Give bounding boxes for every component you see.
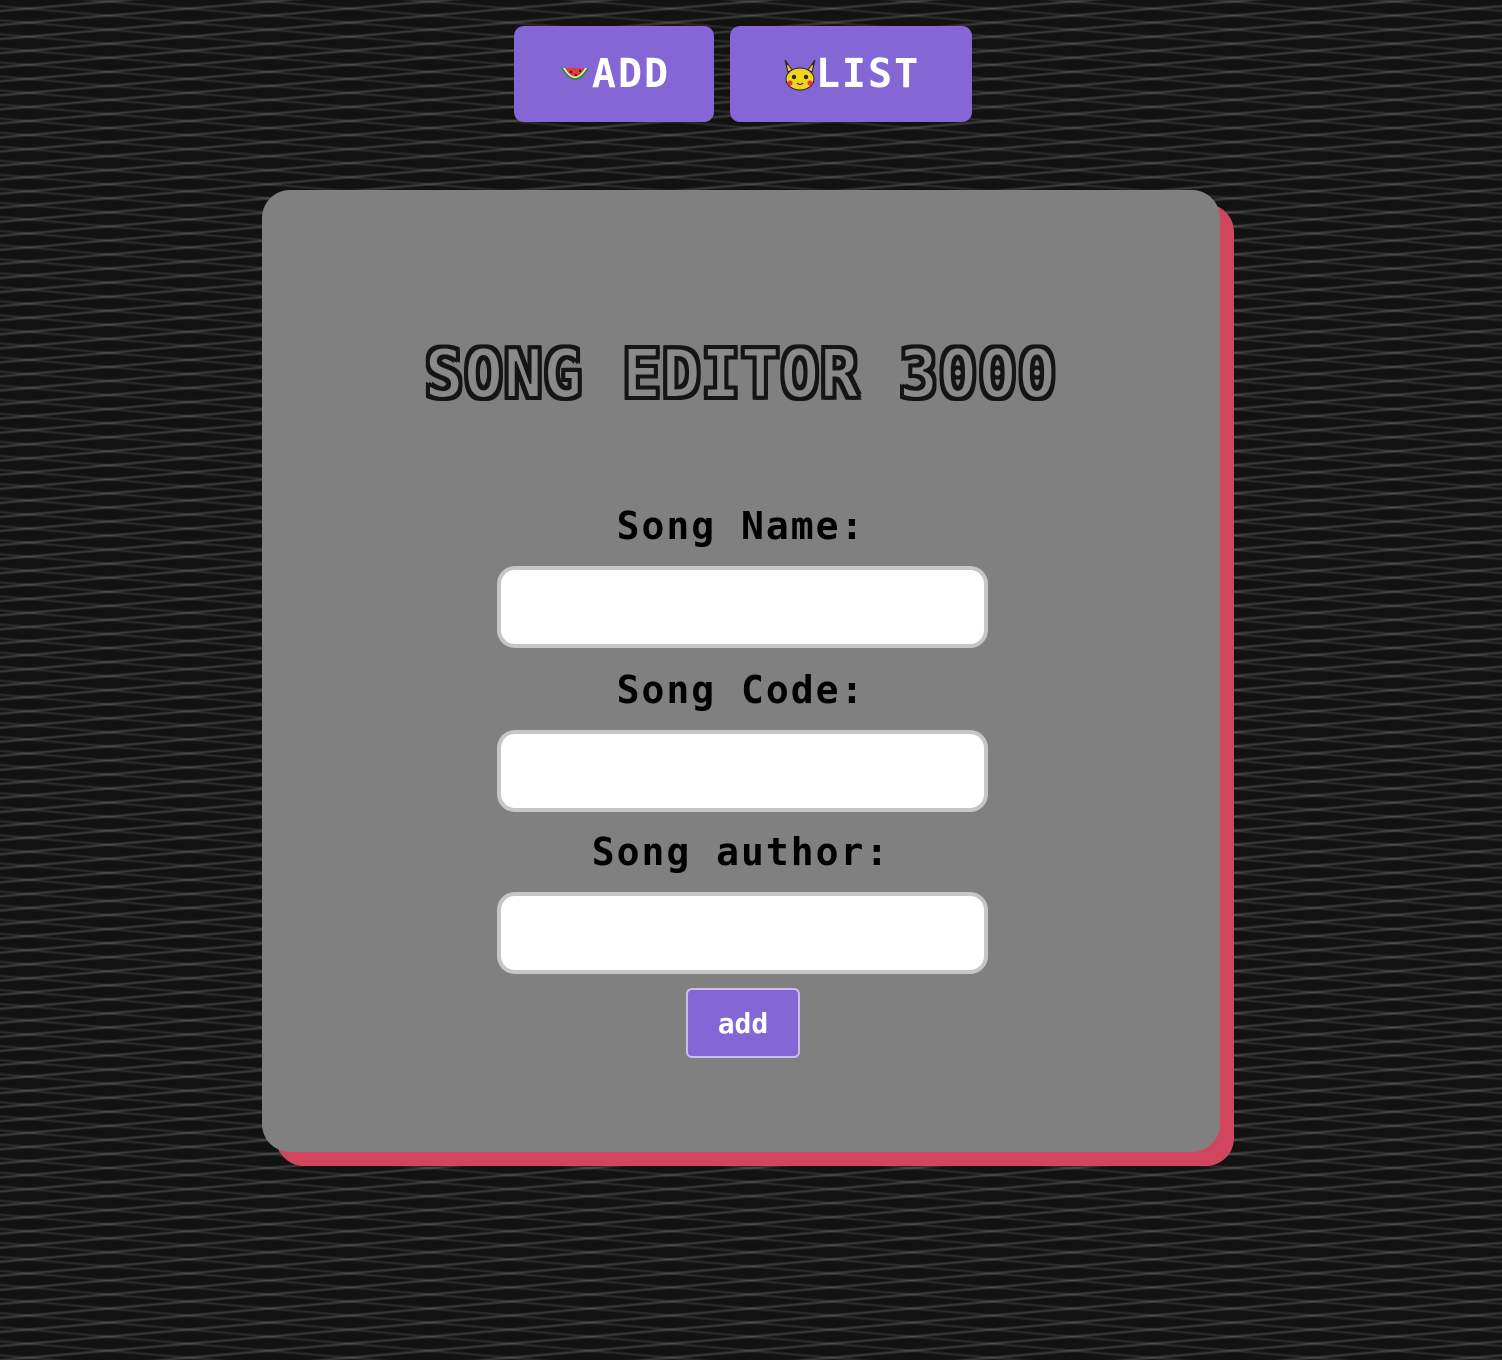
add-song-button[interactable]: add	[686, 988, 800, 1058]
song-author-input[interactable]	[497, 892, 988, 974]
pikachu-icon	[782, 58, 816, 91]
song-name-input[interactable]	[497, 566, 988, 648]
song-code-label: Song Code:	[616, 668, 866, 712]
song-code-input[interactable]	[497, 730, 988, 812]
watermelon-icon	[558, 58, 590, 90]
page-title-text: SONG EDITOR 3000	[424, 335, 1058, 415]
nav-add-button[interactable]: ADD	[514, 26, 714, 122]
page-title: SONG EDITOR 3000	[262, 335, 1220, 415]
song-name-label: Song Name:	[616, 504, 866, 548]
nav-list-button[interactable]: LIST	[730, 26, 972, 122]
song-author-label: Song author:	[591, 830, 891, 874]
nav-list-label: LIST	[815, 51, 921, 97]
nav-add-label: ADD	[591, 51, 671, 97]
